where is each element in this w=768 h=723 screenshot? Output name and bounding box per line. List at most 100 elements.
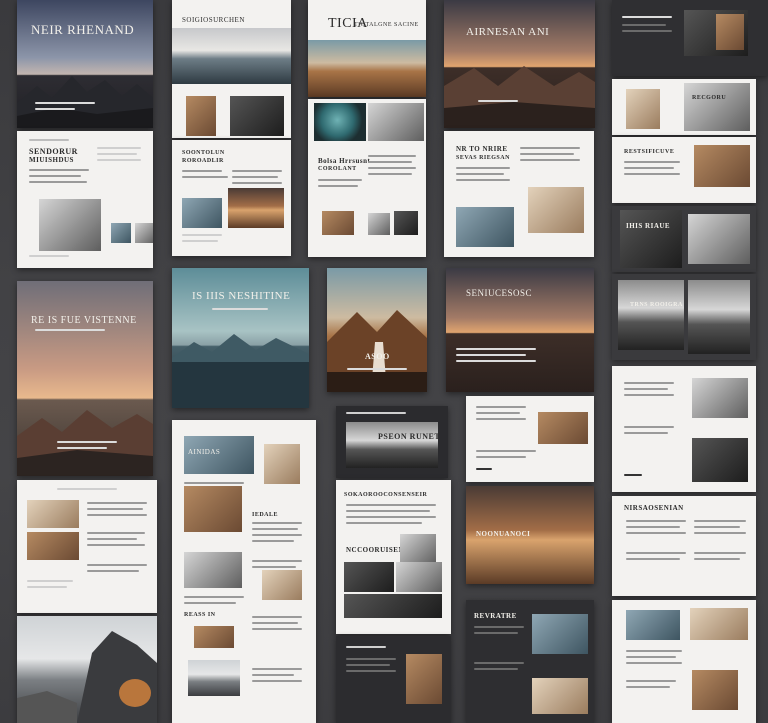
collage-stage: NEIR RHENAND SENDORUR MIUISHDUS RE IS FU… (0, 0, 768, 723)
photo (688, 280, 750, 354)
photo (626, 89, 660, 129)
article-page: Bolsa Hrrsusnt COROLANT (308, 99, 426, 257)
photo (135, 223, 153, 243)
photo (184, 552, 242, 588)
article-headline: Bolsa Hrrsusnt (318, 157, 371, 165)
article-headline: IHIS RIAUE (626, 222, 671, 230)
article-page: AINIDAS IEDALE REASS IN (172, 420, 316, 723)
poster-card: NOONUANOCI (466, 486, 594, 584)
article-page: RESTSIFICUVE (612, 137, 756, 203)
photo (194, 626, 234, 648)
mountain-silhouette-icon (17, 631, 157, 723)
mountain-silhouette-icon (17, 410, 153, 476)
photo (532, 614, 588, 654)
mountain-silhouette-icon (172, 334, 309, 408)
photo (456, 207, 514, 247)
article-page (17, 480, 157, 613)
article-subhead: COROLANT (318, 166, 357, 172)
photo (688, 214, 750, 264)
photo (182, 198, 222, 228)
poster-card: AIRNESAN ANI (444, 0, 595, 128)
photo (344, 562, 394, 592)
photo (368, 213, 390, 235)
photo (27, 500, 79, 528)
poster-card: ASOO (327, 268, 427, 392)
mountain-photo (172, 28, 291, 84)
photo (396, 562, 442, 592)
photo (394, 211, 418, 235)
poster-title: ASOO (365, 352, 390, 361)
poster-card: SENIUCESOSC (446, 268, 594, 392)
article-page (612, 366, 756, 492)
poster-card: PSEON RUNET (336, 406, 448, 478)
photo (228, 188, 284, 228)
poster-subtitle: TIOTALGNE SACINE (354, 22, 419, 28)
article-page: SENDORUR MIUISHDUS (17, 131, 153, 268)
article-page (612, 600, 756, 723)
poster-title: NOONUANOCI (476, 530, 531, 538)
mountain-silhouette-icon (444, 66, 595, 128)
article-page (466, 396, 594, 482)
article-headline: SENDORUR (29, 147, 78, 156)
photo (344, 594, 442, 618)
photo (692, 378, 748, 418)
poster-card: TICIA TIOTALGNE SACINE (308, 0, 426, 97)
article-page (336, 636, 451, 723)
photo (346, 422, 438, 468)
article-headline: RECGORU (692, 95, 727, 101)
photo (230, 96, 284, 136)
article-page: TRNS ROOIGRA (612, 274, 756, 360)
poster-title: RE IS FUE VISTENNE (31, 315, 137, 326)
article-page: RECGORU (612, 79, 756, 135)
photo (532, 678, 588, 714)
photo (322, 211, 354, 235)
photo (406, 654, 442, 704)
article-headline: REVRATRE (474, 612, 517, 620)
article-subhead: REASS IN (184, 612, 216, 618)
photo (27, 532, 79, 560)
poster-title: PSEON RUNET (378, 432, 441, 441)
poster-card (17, 616, 157, 723)
poster-title: SOIGIOSURCHEN (182, 16, 245, 24)
poster-title: NEIR RHENAND (31, 22, 135, 37)
article-subhead: NCCOORUISEN (346, 546, 405, 554)
article-headline: TRNS ROOIGRA (630, 302, 683, 308)
article-page: SOKAOROOCONSENSEIR NCCOORUISEN (336, 480, 451, 634)
poster-card: SOIGIOSURCHEN (172, 0, 291, 138)
article-headline: NIRSAOSENIAN (624, 504, 684, 512)
photo (264, 444, 300, 484)
photo (184, 486, 242, 532)
photo (684, 83, 750, 131)
photo (39, 199, 101, 251)
photo (694, 145, 750, 187)
photo-caption: AINIDAS (188, 448, 221, 456)
photo (692, 670, 738, 710)
mountain-silhouette-icon (17, 76, 153, 128)
poster-title: SENIUCESOSC (466, 288, 533, 298)
photo (618, 280, 684, 350)
photo (188, 660, 240, 696)
poster-card: NEIR RHENAND (17, 0, 153, 128)
poster-card: IS IIIS NESHITINE (172, 268, 309, 408)
photo (692, 438, 748, 482)
mountain-photo (308, 40, 426, 97)
article-subhead: ROROADLIR (182, 158, 224, 164)
article-page: NIRSAOSENIAN (612, 496, 756, 596)
article-page: REVRATRE (466, 600, 594, 723)
photo (368, 103, 424, 141)
article-page: SOONTOLUN ROROADLIR (172, 140, 291, 256)
photo (620, 210, 682, 268)
article-page (612, 0, 768, 76)
photo (716, 14, 744, 50)
photo (314, 103, 366, 141)
poster-card: RE IS FUE VISTENNE (17, 281, 153, 476)
article-page: NR TO NRIRE SEVAS RIEGSAN (444, 131, 594, 257)
sunset-photo (446, 268, 594, 392)
photo (400, 534, 436, 564)
article-subhead: IEDALE (252, 512, 279, 518)
photo (186, 96, 216, 136)
photo (690, 608, 748, 640)
mountain-silhouette-icon (327, 310, 427, 392)
photo (111, 223, 131, 243)
photo (626, 610, 680, 640)
